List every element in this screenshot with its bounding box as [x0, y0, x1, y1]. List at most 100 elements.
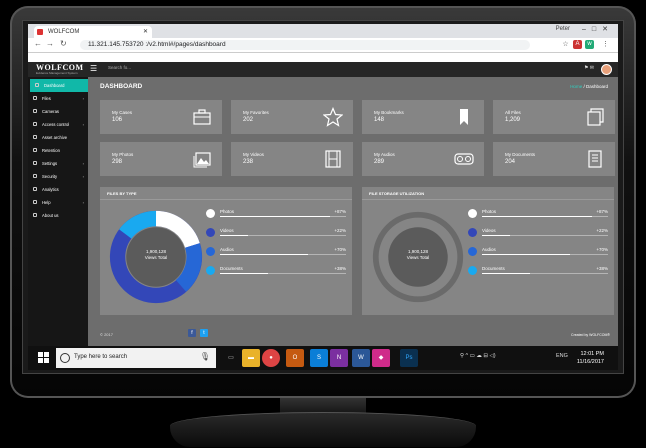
microphone-icon[interactable]: 🎙 — [200, 352, 210, 361]
app-icon[interactable]: ◆ — [372, 349, 390, 367]
sidebar-item-asset-archive[interactable]: Asset archive — [28, 131, 88, 144]
notification-icons[interactable]: ⚑ ✉ — [584, 65, 594, 71]
reload-icon[interactable]: ↻ — [60, 39, 67, 48]
browser-user-name[interactable]: Peter — [556, 26, 570, 32]
dashboard-main: DASHBOARD Home / Dashboard My Cases 106 My… — [90, 77, 618, 346]
window-controls[interactable]: –□✕ — [582, 25, 614, 33]
donut-center-caption: Views Total — [144, 255, 168, 260]
legend-dot — [206, 247, 215, 256]
chevron-right-icon: › — [82, 200, 84, 205]
sidebar-item-dashboard[interactable]: Dashboard — [30, 79, 88, 92]
sidebar-item-icon — [33, 213, 37, 217]
word-icon[interactable]: W — [352, 349, 370, 367]
legend-name: Audios — [220, 247, 234, 252]
stat-card-my-audios[interactable]: My Audios 289 — [362, 142, 484, 176]
legend-progress-fill — [482, 235, 510, 236]
taskbar-search-input[interactable]: Type here to search 🎙 — [56, 348, 216, 368]
files-icon — [587, 108, 604, 126]
taskbar-clock[interactable]: 12:01 PM 11/16/2017 — [577, 350, 604, 366]
sidebar-item-analytics[interactable]: Analytics — [28, 183, 88, 196]
star-bookmark-icon[interactable]: ☆ — [561, 40, 570, 49]
stat-card-value: 204 — [505, 159, 516, 165]
stat-card-my-videos[interactable]: My Videos 238 — [231, 142, 353, 176]
footer-copyright: © 2017 — [100, 332, 113, 337]
twitter-icon[interactable]: t — [200, 329, 208, 337]
tab-close-icon[interactable]: ✕ — [143, 26, 148, 38]
stat-card-my-bookmarks[interactable]: My Bookmarks 148 — [362, 100, 484, 134]
stat-card-value: 148 — [374, 117, 385, 123]
sidebar-item-files[interactable]: Files › — [28, 92, 88, 105]
sidebar-item-security[interactable]: Security › — [28, 170, 88, 183]
legend-progress-fill — [220, 235, 248, 236]
sidebar-item-retention[interactable]: Retention — [28, 144, 88, 157]
extension-icon[interactable]: A — [573, 40, 582, 49]
legend-item-photos[interactable]: Photos +87% — [468, 209, 608, 225]
legend-item-videos[interactable]: Videos +22% — [468, 228, 608, 244]
outlook-icon[interactable]: O — [286, 349, 304, 367]
photoshop-icon[interactable]: Ps — [400, 349, 418, 367]
search-input[interactable]: Search fo... — [108, 65, 131, 70]
legend-item-photos[interactable]: Photos +87% — [206, 209, 346, 225]
skype-icon[interactable]: S — [310, 349, 328, 367]
input-language[interactable]: ENG — [556, 353, 568, 359]
sidebar-item-about-us[interactable]: About us — [28, 209, 88, 222]
facebook-icon[interactable]: f — [188, 329, 196, 337]
file-explorer-icon[interactable]: ▬ — [242, 349, 260, 367]
avatar[interactable] — [601, 64, 612, 75]
legend-item-videos[interactable]: Videos +22% — [206, 228, 346, 244]
back-arrow-icon[interactable]: ← — [34, 39, 42, 48]
stat-card-my-photos[interactable]: My Photos 298 — [100, 142, 222, 176]
stat-card-label: My Favorites — [243, 110, 269, 115]
panel-title: FILE STORAGE UTILIZATION — [369, 191, 425, 196]
legend-dot — [206, 209, 215, 218]
legend-item-audios[interactable]: Audios +70% — [468, 247, 608, 263]
breadcrumb-current: Dashboard — [585, 84, 608, 89]
sidebar-item-settings[interactable]: Settings › — [28, 157, 88, 170]
sidebar-item-icon — [33, 174, 37, 178]
legend-percent: +70% — [596, 247, 608, 252]
legend-progress-track — [220, 273, 346, 274]
windows-start-icon[interactable] — [38, 352, 49, 363]
legend-percent: +87% — [334, 209, 346, 214]
stat-card-value: 1,209 — [505, 117, 521, 123]
url-field[interactable]: 11.321.145.753720 :/v2.html#/pages/dashb… — [80, 40, 530, 50]
chrome-icon[interactable]: ● — [262, 349, 280, 367]
stat-card-my-cases[interactable]: My Cases 106 — [100, 100, 222, 134]
stat-card-value: 298 — [112, 159, 123, 165]
stat-card-my-documents[interactable]: My Documents 204 — [493, 142, 615, 176]
legend-progress-fill — [220, 273, 268, 274]
sidebar-item-access-control[interactable]: Access control › — [28, 118, 88, 131]
sidebar-item-help[interactable]: Help › — [28, 196, 88, 209]
legend-item-documents[interactable]: Documents +38% — [206, 266, 346, 282]
legend-item-audios[interactable]: Audios +70% — [206, 247, 346, 263]
sidebar-item-icon — [33, 200, 37, 204]
legend-progress-fill — [482, 273, 530, 274]
sidebar-item-label: Retention — [42, 148, 60, 153]
task-view-icon[interactable]: ▭ — [222, 349, 240, 367]
donut-center-label: 1,900,128 Views Total — [108, 249, 204, 261]
legend-item-documents[interactable]: Documents +38% — [468, 266, 608, 282]
legend-dot — [468, 247, 477, 256]
sidebar-item-icon — [35, 83, 39, 87]
breadcrumb: Home / Dashboard — [570, 84, 608, 89]
browser-tab[interactable]: WOLFCOM ✕ — [34, 26, 152, 38]
breadcrumb-home-link[interactable]: Home — [570, 84, 582, 89]
stat-card-all-files[interactable]: All Files 1,209 — [493, 100, 615, 134]
legend-name: Documents — [220, 266, 243, 271]
legend-name: Photos — [482, 209, 497, 214]
stat-card-label: My Audios — [374, 152, 395, 157]
hamburger-menu-icon[interactable]: ☰ — [90, 64, 97, 73]
footer-year: 2017 — [104, 332, 113, 337]
onenote-icon[interactable]: N — [330, 349, 348, 367]
extension-icon[interactable]: w — [585, 40, 594, 49]
stat-card-label: My Videos — [243, 152, 264, 157]
windows-taskbar: Type here to search 🎙 ▭ ▬ ● O S N W ◆ Ps… — [28, 346, 618, 370]
legend-progress-track — [482, 254, 608, 255]
forward-arrow-icon[interactable]: → — [46, 39, 54, 48]
stat-card-my-favorites[interactable]: My Favorites 202 — [231, 100, 353, 134]
sidebar-item-icon — [33, 96, 37, 100]
legend-name: Videos — [220, 228, 234, 233]
sidebar-item-cameras[interactable]: Cameras — [28, 105, 88, 118]
system-tray-icons[interactable]: ⚲ ^ ▭ ☁ ⊟ ◁) — [460, 353, 496, 359]
menu-dots-icon[interactable]: ⋮ — [601, 40, 610, 49]
